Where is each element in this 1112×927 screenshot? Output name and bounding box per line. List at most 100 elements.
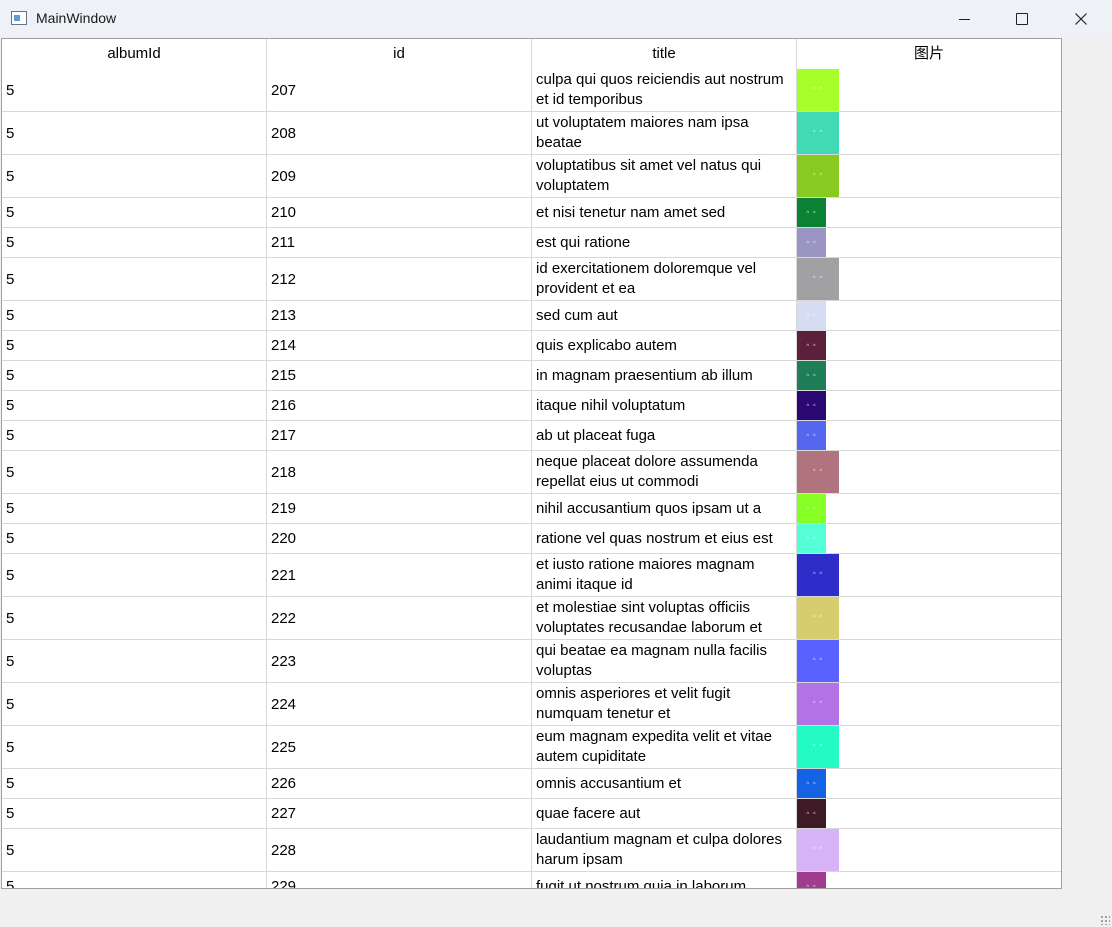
cell-title[interactable]: quis explicabo autem xyxy=(532,331,797,360)
table-row[interactable]: 5 228 laudantium magnam et culpa dolores h… xyxy=(2,829,1061,872)
table-row[interactable]: 5 213 sed cum aut ^ ^ xyxy=(2,301,1061,331)
cell-image[interactable]: ^ ^ xyxy=(797,494,1061,523)
table-row[interactable]: 5 225 eum magnam expedita velit et vitae a… xyxy=(2,726,1061,769)
cell-image[interactable]: ^ ^ xyxy=(797,69,1061,111)
table-row[interactable]: 5 220 ratione vel quas nostrum et eius est… xyxy=(2,524,1061,554)
cell-image[interactable]: ^ ^ xyxy=(797,301,1061,330)
cell-albumid[interactable]: 5 xyxy=(2,554,267,596)
cell-id[interactable]: 224 xyxy=(267,683,532,725)
table-row[interactable]: 5 223 qui beatae ea magnam nulla facilis v… xyxy=(2,640,1061,683)
cell-albumid[interactable]: 5 xyxy=(2,683,267,725)
cell-id[interactable]: 221 xyxy=(267,554,532,596)
cell-image[interactable]: ^ ^ xyxy=(797,421,1061,450)
cell-title[interactable]: ab ut placeat fuga xyxy=(532,421,797,450)
cell-albumid[interactable]: 5 xyxy=(2,726,267,768)
resize-grip[interactable] xyxy=(1100,915,1110,925)
cell-title[interactable]: voluptatibus sit amet vel natus qui volu… xyxy=(532,155,797,197)
column-header-image[interactable]: 图片 xyxy=(797,39,1061,69)
cell-image[interactable]: ^ ^ xyxy=(797,112,1061,154)
column-header-albumid[interactable]: albumId xyxy=(2,39,267,69)
cell-title[interactable]: neque placeat dolore assumenda repellat … xyxy=(532,451,797,493)
photo-table[interactable]: albumId id title 图片 5 207 culpa qui quos r… xyxy=(1,38,1062,889)
cell-title[interactable]: eum magnam expedita velit et vitae autem… xyxy=(532,726,797,768)
cell-albumid[interactable]: 5 xyxy=(2,829,267,871)
cell-id[interactable]: 207 xyxy=(267,69,532,111)
table-row[interactable]: 5 221 et iusto ratione maiores magnam anim… xyxy=(2,554,1061,597)
cell-albumid[interactable]: 5 xyxy=(2,421,267,450)
cell-title[interactable]: id exercitationem doloremque vel provide… xyxy=(532,258,797,300)
cell-albumid[interactable]: 5 xyxy=(2,112,267,154)
table-row[interactable]: 5 219 nihil accusantium quos ipsam ut a ^ ^ xyxy=(2,494,1061,524)
table-row[interactable]: 5 217 ab ut placeat fuga ^ ^ xyxy=(2,421,1061,451)
cell-albumid[interactable]: 5 xyxy=(2,640,267,682)
table-row[interactable]: 5 229 fugit ut nostrum quia in laborum ^ ^ xyxy=(2,872,1061,888)
cell-image[interactable]: ^ ^ xyxy=(797,451,1061,493)
cell-id[interactable]: 211 xyxy=(267,228,532,257)
cell-id[interactable]: 218 xyxy=(267,451,532,493)
table-row[interactable]: 5 211 est qui ratione ^ ^ xyxy=(2,228,1061,258)
cell-albumid[interactable]: 5 xyxy=(2,451,267,493)
cell-title[interactable]: ratione vel quas nostrum et eius est xyxy=(532,524,797,553)
cell-image[interactable]: ^ ^ xyxy=(797,155,1061,197)
cell-id[interactable]: 208 xyxy=(267,112,532,154)
cell-title[interactable]: culpa qui quos reiciendis aut nostrum et… xyxy=(532,69,797,111)
cell-albumid[interactable]: 5 xyxy=(2,331,267,360)
cell-id[interactable]: 227 xyxy=(267,799,532,828)
cell-image[interactable]: ^ ^ xyxy=(797,331,1061,360)
close-button[interactable] xyxy=(1052,0,1110,38)
cell-id[interactable]: 223 xyxy=(267,640,532,682)
cell-title[interactable]: et iusto ratione maiores magnam animi it… xyxy=(532,554,797,596)
cell-image[interactable]: ^ ^ xyxy=(797,640,1061,682)
cell-id[interactable]: 216 xyxy=(267,391,532,420)
cell-id[interactable]: 229 xyxy=(267,872,532,888)
cell-albumid[interactable]: 5 xyxy=(2,494,267,523)
cell-image[interactable]: ^ ^ xyxy=(797,524,1061,553)
cell-title[interactable]: itaque nihil voluptatum xyxy=(532,391,797,420)
cell-id[interactable]: 214 xyxy=(267,331,532,360)
cell-id[interactable]: 226 xyxy=(267,769,532,798)
cell-id[interactable]: 215 xyxy=(267,361,532,390)
cell-id[interactable]: 219 xyxy=(267,494,532,523)
cell-title[interactable]: laudantium magnam et culpa dolores harum… xyxy=(532,829,797,871)
cell-title[interactable]: et molestiae sint voluptas officiis volu… xyxy=(532,597,797,639)
cell-id[interactable]: 217 xyxy=(267,421,532,450)
cell-albumid[interactable]: 5 xyxy=(2,258,267,300)
table-row[interactable]: 5 226 omnis accusantium et ^ ^ xyxy=(2,769,1061,799)
table-row[interactable]: 5 216 itaque nihil voluptatum ^ ^ xyxy=(2,391,1061,421)
table-row[interactable]: 5 212 id exercitationem doloremque vel pro… xyxy=(2,258,1061,301)
cell-image[interactable]: ^ ^ xyxy=(797,228,1061,257)
cell-image[interactable]: ^ ^ xyxy=(797,554,1061,596)
cell-title[interactable]: et nisi tenetur nam amet sed xyxy=(532,198,797,227)
table-row[interactable]: 5 214 quis explicabo autem ^ ^ xyxy=(2,331,1061,361)
minimize-button[interactable] xyxy=(935,0,993,38)
table-row[interactable]: 5 227 quae facere aut ^ ^ xyxy=(2,799,1061,829)
cell-id[interactable]: 228 xyxy=(267,829,532,871)
cell-albumid[interactable]: 5 xyxy=(2,769,267,798)
cell-image[interactable]: ^ ^ xyxy=(797,361,1061,390)
cell-id[interactable]: 222 xyxy=(267,597,532,639)
cell-albumid[interactable]: 5 xyxy=(2,69,267,111)
cell-id[interactable]: 210 xyxy=(267,198,532,227)
cell-albumid[interactable]: 5 xyxy=(2,391,267,420)
cell-title[interactable]: sed cum aut xyxy=(532,301,797,330)
cell-albumid[interactable]: 5 xyxy=(2,597,267,639)
table-row[interactable]: 5 210 et nisi tenetur nam amet sed ^ ^ xyxy=(2,198,1061,228)
cell-albumid[interactable]: 5 xyxy=(2,799,267,828)
cell-id[interactable]: 225 xyxy=(267,726,532,768)
cell-image[interactable]: ^ ^ xyxy=(797,198,1061,227)
cell-image[interactable]: ^ ^ xyxy=(797,597,1061,639)
cell-title[interactable]: in magnam praesentium ab illum xyxy=(532,361,797,390)
cell-albumid[interactable]: 5 xyxy=(2,228,267,257)
cell-title[interactable]: qui beatae ea magnam nulla facilis volup… xyxy=(532,640,797,682)
table-row[interactable]: 5 207 culpa qui quos reiciendis aut nostru… xyxy=(2,69,1061,112)
cell-title[interactable]: est qui ratione xyxy=(532,228,797,257)
cell-image[interactable]: ^ ^ xyxy=(797,769,1061,798)
cell-title[interactable]: nihil accusantium quos ipsam ut a xyxy=(532,494,797,523)
cell-id[interactable]: 212 xyxy=(267,258,532,300)
cell-albumid[interactable]: 5 xyxy=(2,872,267,888)
table-row[interactable]: 5 218 neque placeat dolore assumenda repel… xyxy=(2,451,1061,494)
cell-albumid[interactable]: 5 xyxy=(2,361,267,390)
cell-image[interactable]: ^ ^ xyxy=(797,258,1061,300)
cell-id[interactable]: 209 xyxy=(267,155,532,197)
cell-id[interactable]: 213 xyxy=(267,301,532,330)
